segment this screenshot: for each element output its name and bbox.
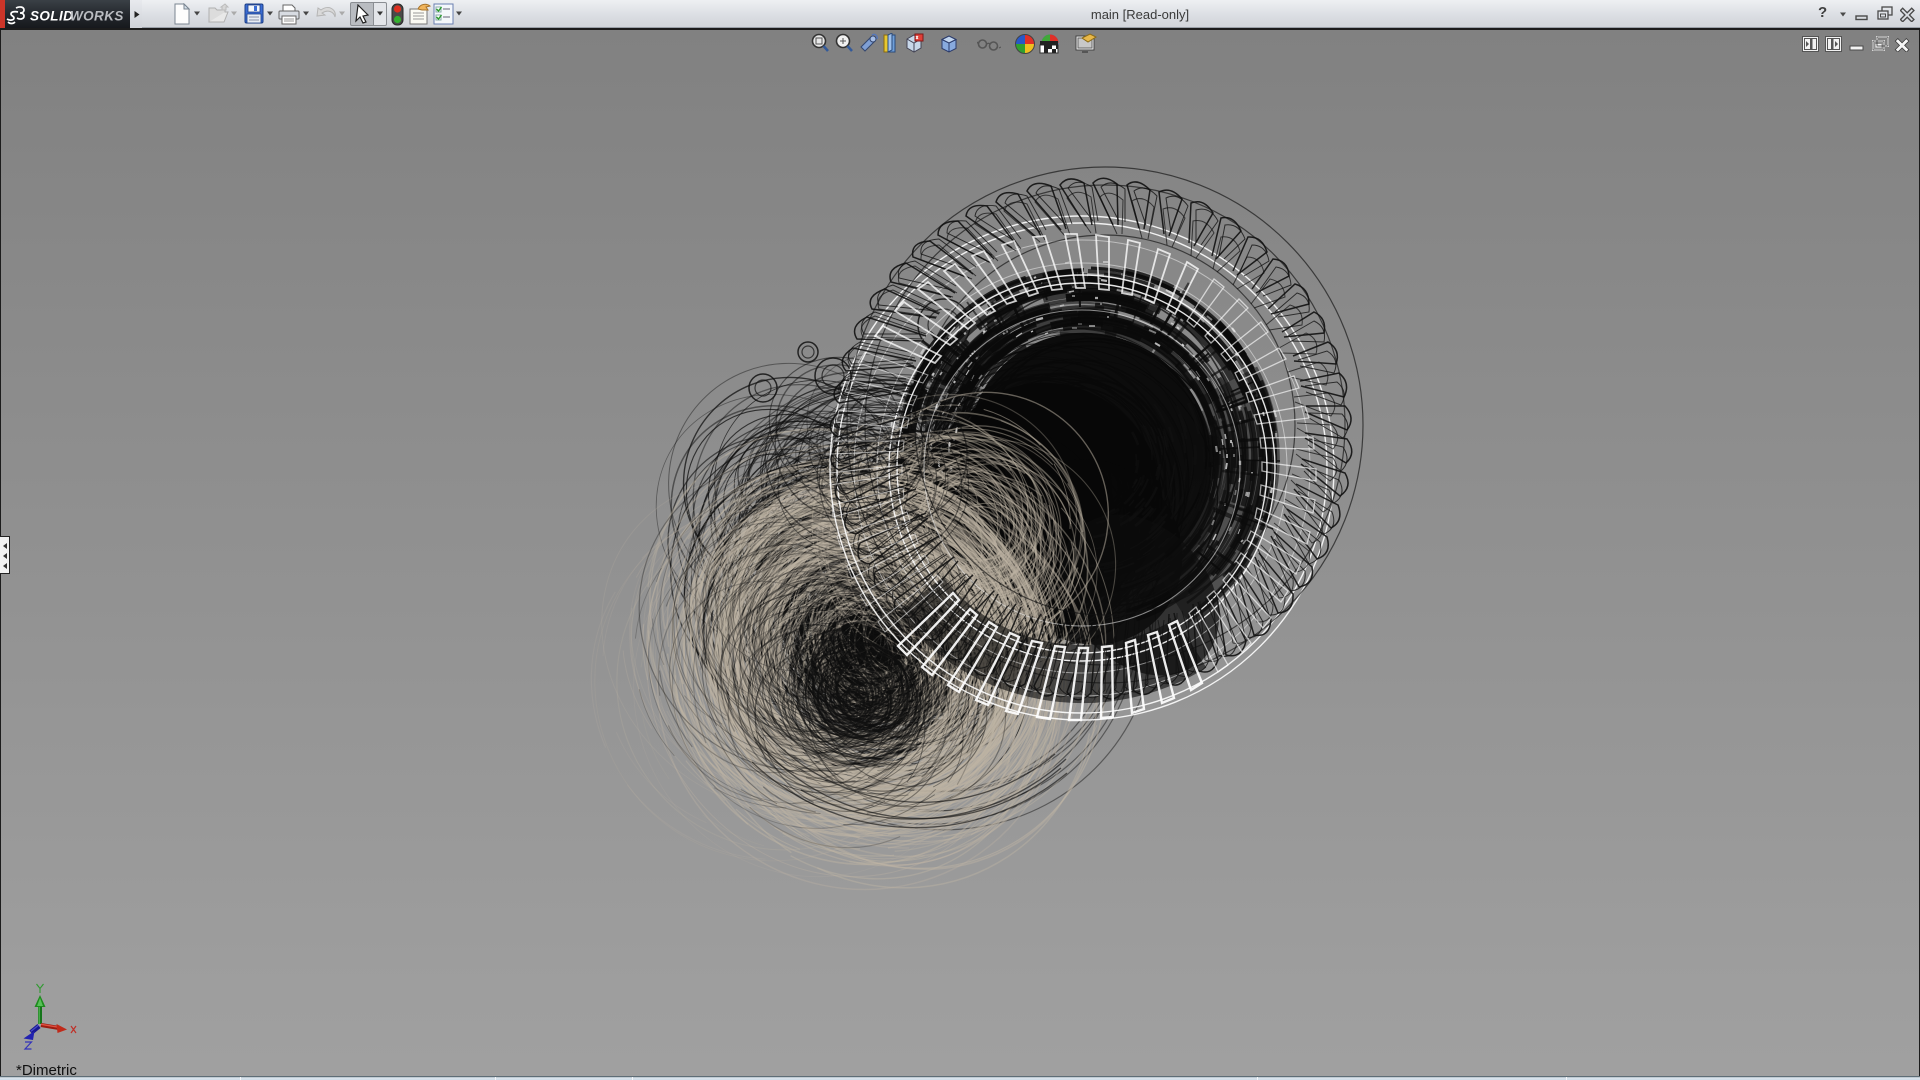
svg-text:WORKS: WORKS — [70, 9, 124, 24]
svg-text:SOLID: SOLID — [30, 9, 73, 24]
